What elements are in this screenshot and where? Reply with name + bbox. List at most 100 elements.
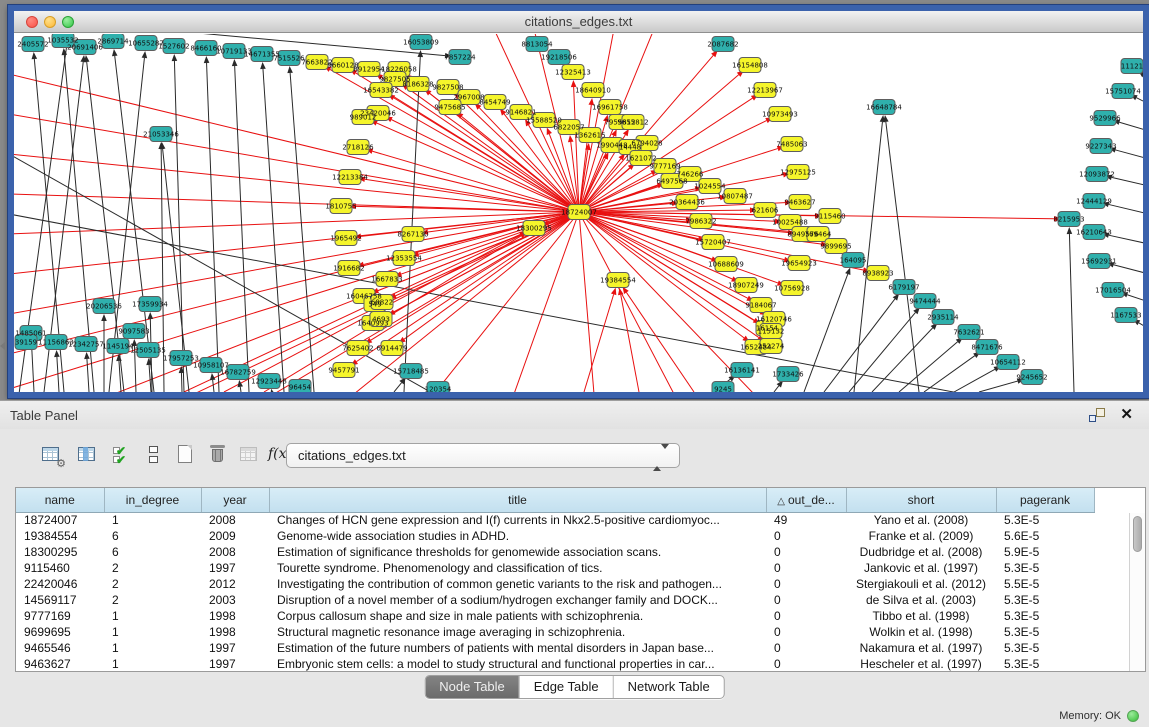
cell-short[interactable]: Hescheler et al. (1997) bbox=[846, 656, 996, 672]
cell-year[interactable]: 1997 bbox=[201, 640, 269, 656]
cell-name[interactable]: 18300295 bbox=[16, 544, 104, 560]
cell-in-degree[interactable]: 2 bbox=[104, 560, 201, 576]
cell-year[interactable]: 2009 bbox=[201, 528, 269, 544]
table-row[interactable]: 969969511998Structural magnetic resonanc… bbox=[16, 624, 1131, 640]
table-row[interactable]: 911546021997Tourette syndrome. Phenomeno… bbox=[16, 560, 1131, 576]
table-row[interactable]: 977716911998Corpus callosum shape and si… bbox=[16, 608, 1131, 624]
tab-edge-table[interactable]: Edge Table bbox=[519, 676, 613, 698]
column-header-pagerank[interactable]: pagerank bbox=[996, 488, 1094, 512]
cell-pagerank[interactable]: 5.3E-5 bbox=[996, 560, 1094, 576]
close-panel-icon[interactable]: ✕ bbox=[1120, 405, 1133, 423]
cell-title[interactable]: Investigating the contribution of common… bbox=[269, 576, 766, 592]
cell-short[interactable]: Dudbridge et al. (2008) bbox=[846, 544, 996, 560]
cell-name[interactable]: 19384554 bbox=[16, 528, 104, 544]
cell-year[interactable]: 2012 bbox=[201, 576, 269, 592]
table-row[interactable]: 946362711997Embryonic stem cells: a mode… bbox=[16, 656, 1131, 672]
splitter-collapse-icon[interactable] bbox=[0, 342, 5, 350]
cell-pagerank[interactable]: 5.3E-5 bbox=[996, 592, 1094, 608]
table-row[interactable]: 2242004622012Investigating the contribut… bbox=[16, 576, 1131, 592]
cell-short[interactable]: Stergiakouli et al. (2012) bbox=[846, 576, 996, 592]
cell-pagerank[interactable]: 5.3E-5 bbox=[996, 512, 1094, 528]
cell-name[interactable]: 9465546 bbox=[16, 640, 104, 656]
cell-title[interactable]: Embryonic stem cells: a model to study s… bbox=[269, 656, 766, 672]
cell-title[interactable]: Disruption of a novel member of a sodium… bbox=[269, 592, 766, 608]
cell-pagerank[interactable]: 5.6E-5 bbox=[996, 528, 1094, 544]
table-settings-icon[interactable]: ⚙ bbox=[40, 443, 64, 467]
cell-out-de-[interactable]: 0 bbox=[766, 544, 846, 560]
column-header-out-de-[interactable]: △out_de... bbox=[766, 488, 846, 512]
cell-in-degree[interactable]: 2 bbox=[104, 592, 201, 608]
cell-name[interactable]: 9777169 bbox=[16, 608, 104, 624]
cell-out-de-[interactable]: 49 bbox=[766, 512, 846, 528]
tab-network-table[interactable]: Network Table bbox=[613, 676, 724, 698]
cell-year[interactable]: 1998 bbox=[201, 608, 269, 624]
cell-title[interactable]: Changes of HCN gene expression and I(f) … bbox=[269, 512, 766, 528]
column-header-short[interactable]: short bbox=[846, 488, 996, 512]
cell-pagerank[interactable]: 5.3E-5 bbox=[996, 608, 1094, 624]
table-row[interactable]: 946554611997Estimation of the future num… bbox=[16, 640, 1131, 656]
cell-in-degree[interactable]: 1 bbox=[104, 624, 201, 640]
cell-in-degree[interactable]: 1 bbox=[104, 656, 201, 672]
select-all-rows-icon[interactable]: ✔ ✔ bbox=[110, 443, 134, 467]
table-row[interactable]: 1456911722003Disruption of a novel membe… bbox=[16, 592, 1131, 608]
cell-title[interactable]: Corpus callosum shape and size in male p… bbox=[269, 608, 766, 624]
cell-out-de-[interactable]: 0 bbox=[766, 640, 846, 656]
cell-out-de-[interactable]: 0 bbox=[766, 560, 846, 576]
table-selector-dropdown[interactable]: citations_edges.txt bbox=[286, 443, 680, 468]
cell-pagerank[interactable]: 5.3E-5 bbox=[996, 640, 1094, 656]
cell-title[interactable]: Genome-wide association studies in ADHD. bbox=[269, 528, 766, 544]
cell-title[interactable]: Structural magnetic resonance image aver… bbox=[269, 624, 766, 640]
vertical-scrollbar[interactable] bbox=[1129, 513, 1145, 671]
cell-pagerank[interactable]: 5.3E-5 bbox=[996, 624, 1094, 640]
cell-pagerank[interactable]: 5.5E-5 bbox=[996, 576, 1094, 592]
cell-name[interactable]: 9115460 bbox=[16, 560, 104, 576]
cell-out-de-[interactable]: 0 bbox=[766, 624, 846, 640]
cell-title[interactable]: Estimation of significance thresholds fo… bbox=[269, 544, 766, 560]
window-title-bar[interactable]: citations_edges.txt bbox=[14, 11, 1143, 33]
cell-pagerank[interactable]: 5.9E-5 bbox=[996, 544, 1094, 560]
cell-short[interactable]: Franke et al. (2009) bbox=[846, 528, 996, 544]
cell-short[interactable]: Wolkin et al. (1998) bbox=[846, 624, 996, 640]
cell-out-de-[interactable]: 0 bbox=[766, 656, 846, 672]
cell-in-degree[interactable]: 1 bbox=[104, 640, 201, 656]
delete-table-icon[interactable] bbox=[206, 443, 230, 467]
column-header-year[interactable]: year bbox=[201, 488, 269, 512]
create-table-icon[interactable] bbox=[174, 443, 198, 467]
network-canvas[interactable]: 2405572103553220691406286971410655287152… bbox=[14, 34, 1143, 392]
cell-year[interactable]: 1997 bbox=[201, 656, 269, 672]
edit-columns-icon[interactable] bbox=[76, 443, 100, 467]
tab-node-table[interactable]: Node Table bbox=[425, 676, 519, 698]
network-canvas-wrap[interactable]: 2405572103553220691406286971410655287152… bbox=[14, 34, 1143, 392]
table-row[interactable]: 1830029562008Estimation of significance … bbox=[16, 544, 1131, 560]
cell-year[interactable]: 1997 bbox=[201, 560, 269, 576]
cell-in-degree[interactable]: 6 bbox=[104, 544, 201, 560]
cell-name[interactable]: 9699695 bbox=[16, 624, 104, 640]
float-panel-icon[interactable] bbox=[1089, 408, 1105, 422]
cell-year[interactable]: 2008 bbox=[201, 512, 269, 528]
cell-short[interactable]: Yano et al. (2008) bbox=[846, 512, 996, 528]
cell-name[interactable]: 22420046 bbox=[16, 576, 104, 592]
cell-short[interactable]: de Silva et al. (2003) bbox=[846, 592, 996, 608]
column-header-title[interactable]: title bbox=[269, 488, 766, 512]
scrollbar-thumb[interactable] bbox=[1133, 516, 1142, 552]
cell-in-degree[interactable]: 1 bbox=[104, 512, 201, 528]
network-view-window[interactable]: citations_edges.txt 24055721035532206914… bbox=[8, 5, 1149, 398]
cell-in-degree[interactable]: 1 bbox=[104, 608, 201, 624]
cell-out-de-[interactable]: 0 bbox=[766, 528, 846, 544]
cell-out-de-[interactable]: 0 bbox=[766, 592, 846, 608]
cell-name[interactable]: 9463627 bbox=[16, 656, 104, 672]
cell-year[interactable]: 1998 bbox=[201, 624, 269, 640]
cell-title[interactable]: Estimation of the future numbers of pati… bbox=[269, 640, 766, 656]
rows-icon[interactable] bbox=[142, 443, 166, 467]
column-header-in-degree[interactable]: in_degree bbox=[104, 488, 201, 512]
table-row[interactable]: 1872400712008Changes of HCN gene express… bbox=[16, 512, 1131, 528]
cell-out-de-[interactable]: 0 bbox=[766, 608, 846, 624]
cell-short[interactable]: Jankovic et al. (1997) bbox=[846, 560, 996, 576]
cell-in-degree[interactable]: 6 bbox=[104, 528, 201, 544]
column-header-name[interactable]: name bbox=[16, 488, 104, 512]
table-row[interactable]: 1938455462009Genome-wide association stu… bbox=[16, 528, 1131, 544]
cell-title[interactable]: Tourette syndrome. Phenomenology and cla… bbox=[269, 560, 766, 576]
memory-status-icon[interactable] bbox=[1127, 710, 1139, 722]
cell-name[interactable]: 18724007 bbox=[16, 512, 104, 528]
cell-year[interactable]: 2003 bbox=[201, 592, 269, 608]
